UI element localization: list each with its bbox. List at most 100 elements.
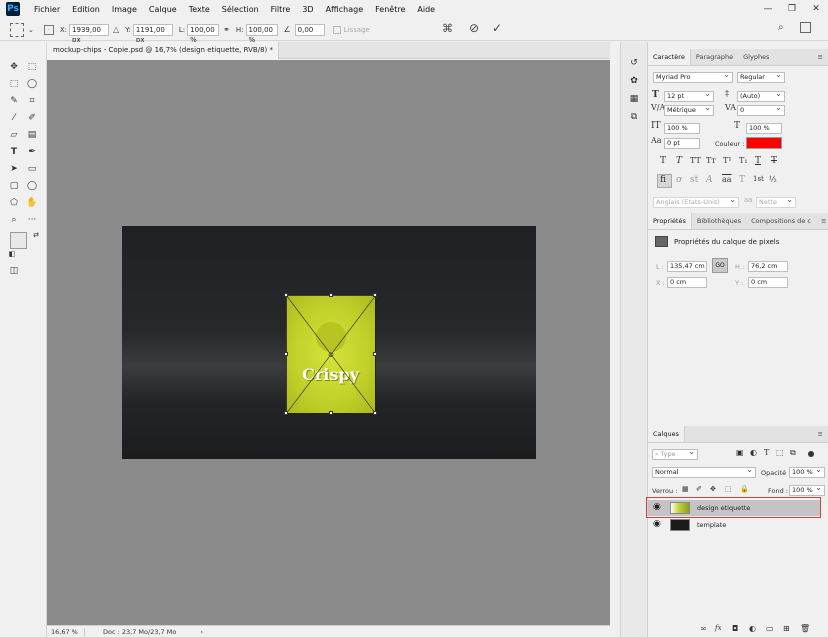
- all-caps-icon[interactable]: TT: [690, 156, 701, 165]
- prop-width-field[interactable]: 135,47 cm: [667, 261, 707, 272]
- quick-select-tool-icon[interactable]: ✎: [6, 94, 22, 108]
- adjustment-layer-icon[interactable]: ◐: [749, 624, 756, 633]
- menu-filtre[interactable]: Filtre: [265, 5, 297, 14]
- hand-tool-icon[interactable]: ✋: [24, 196, 40, 210]
- menu-fichier[interactable]: Fichier: [28, 5, 66, 14]
- pen-tool-icon[interactable]: ✒: [24, 145, 40, 159]
- search-icon[interactable]: ⌕: [778, 22, 784, 33]
- eraser-tool-icon[interactable]: ▱: [6, 128, 22, 142]
- layer-mask-icon[interactable]: ◘: [732, 624, 738, 633]
- link-layers-icon[interactable]: ∞: [700, 624, 707, 633]
- swap-colors-icon[interactable]: ⇄: [28, 228, 44, 242]
- document-tab[interactable]: mockup-chips - Copie.psd @ 16,7% (design…: [47, 42, 279, 71]
- crop-tool-icon[interactable]: ⌗: [24, 94, 40, 108]
- font-size-select[interactable]: 12 pt: [664, 89, 714, 102]
- smoothing-checkbox[interactable]: [332, 25, 341, 34]
- text-color-swatch[interactable]: [746, 137, 782, 149]
- tab-calques[interactable]: Calques: [648, 426, 685, 442]
- panel-menu-icon[interactable]: ≡: [813, 49, 828, 65]
- language-select[interactable]: Anglais (Etats-Unis): [653, 195, 739, 208]
- menu-aide[interactable]: Aide: [411, 5, 441, 14]
- reference-point-icon[interactable]: ·: [43, 24, 54, 35]
- lock-pixels-icon[interactable]: ✐: [696, 485, 702, 493]
- discretionary-ligatures-icon[interactable]: st: [690, 175, 698, 185]
- vertical-scale-field[interactable]: 100 %: [664, 123, 700, 134]
- small-caps-icon[interactable]: Tт: [706, 156, 716, 165]
- path-select-tool-icon[interactable]: ➤: [6, 162, 22, 176]
- prop-y-field[interactable]: 0 cm: [748, 277, 788, 288]
- zoom-tool-icon[interactable]: ⌕: [6, 213, 22, 227]
- group-icon[interactable]: ▭: [766, 624, 774, 633]
- properties-menu-icon[interactable]: ≡: [816, 213, 828, 229]
- transform-handle-t[interactable]: [329, 293, 333, 297]
- transform-handle-bl[interactable]: [284, 411, 288, 415]
- color-icon[interactable]: ✿: [626, 74, 642, 88]
- ordinals-icon[interactable]: 1st: [753, 175, 764, 183]
- lock-all-icon[interactable]: 🔒: [740, 485, 749, 493]
- underline-icon[interactable]: T: [755, 156, 761, 166]
- strikethrough-icon[interactable]: T: [771, 156, 777, 166]
- filter-type-icon[interactable]: T: [764, 448, 769, 457]
- menu-texte[interactable]: Texte: [183, 5, 216, 14]
- lasso-tool-icon[interactable]: ◯: [24, 77, 40, 91]
- commit-transform-icon[interactable]: ✓: [492, 21, 502, 35]
- filter-pixel-icon[interactable]: ▣: [736, 448, 744, 457]
- menu-fenetre[interactable]: Fenêtre: [369, 5, 411, 14]
- layers-menu-icon[interactable]: ≡: [813, 426, 828, 442]
- type-tool-icon[interactable]: T: [6, 145, 22, 159]
- move-tool-icon[interactable]: ✥: [6, 60, 22, 74]
- more-tools-icon[interactable]: ···: [24, 213, 40, 227]
- filter-adjust-icon[interactable]: ◐: [750, 448, 757, 457]
- leading-select[interactable]: (Auto): [737, 89, 785, 102]
- transform-handle-b[interactable]: [329, 411, 333, 415]
- old-style-icon[interactable]: ơ: [676, 175, 681, 185]
- subscript-icon[interactable]: T₁: [739, 156, 748, 165]
- stylistic-alternates-icon[interactable]: aa: [722, 175, 732, 184]
- transform-handle-l[interactable]: [284, 352, 288, 356]
- menu-edition[interactable]: Edition: [66, 5, 106, 14]
- tab-glyphes[interactable]: Glyphes: [738, 49, 774, 65]
- trash-icon[interactable]: 🗑: [800, 624, 810, 633]
- quick-mask-icon[interactable]: ◫: [6, 264, 22, 278]
- filter-shape-icon[interactable]: ⬚: [776, 448, 784, 457]
- y-position-field[interactable]: 1191,00 px: [132, 23, 173, 44]
- baseline-field[interactable]: 0 pt: [664, 138, 700, 149]
- menu-image[interactable]: Image: [106, 5, 143, 14]
- swatches-icon[interactable]: ▦: [626, 92, 642, 106]
- marquee-tool-icon[interactable]: ⬚: [6, 77, 22, 91]
- minimize-button[interactable]: —: [756, 0, 780, 18]
- new-layer-icon[interactable]: ⊞: [783, 624, 790, 633]
- history-icon[interactable]: ↺: [626, 56, 642, 70]
- ellipse-tool-icon[interactable]: ◯: [24, 179, 40, 193]
- font-family-select[interactable]: Myriad Pro: [653, 70, 733, 83]
- zoom-level[interactable]: 16,67 %: [51, 627, 85, 636]
- artboard-tool-icon[interactable]: ⬚: [24, 60, 40, 74]
- tab-compositions[interactable]: Compositions de c: [746, 213, 816, 229]
- warp-icon[interactable]: ⌘: [442, 22, 453, 35]
- menu-calque[interactable]: Calque: [143, 5, 183, 14]
- tab-proprietes[interactable]: Propriétés: [648, 213, 692, 229]
- height-percent-field[interactable]: 100,00 %: [245, 23, 278, 44]
- fill-field[interactable]: 100 %: [789, 483, 825, 496]
- titling-alternates-icon[interactable]: T: [739, 175, 745, 185]
- filter-smart-icon[interactable]: ⧉: [790, 448, 796, 458]
- gradient-tool-icon[interactable]: ▤: [24, 128, 40, 142]
- workspace-icon[interactable]: [800, 22, 811, 33]
- delta-icon[interactable]: △: [113, 25, 119, 34]
- x-position-field[interactable]: 1939,00 px: [69, 23, 110, 44]
- eyedropper-tool-icon[interactable]: ⁄: [6, 111, 22, 125]
- restore-button[interactable]: ❐: [780, 0, 804, 18]
- default-colors-icon[interactable]: ◧: [4, 247, 20, 261]
- transform-handle-tl[interactable]: [284, 293, 288, 297]
- paths-icon[interactable]: ⧉: [626, 110, 642, 124]
- width-percent-field[interactable]: 100,00 %: [187, 23, 220, 44]
- tab-bibliotheques[interactable]: Bibliothèques: [692, 213, 746, 229]
- layer-row-template[interactable]: ◉ template: [648, 517, 820, 533]
- transform-handle-tr[interactable]: [373, 293, 377, 297]
- rounded-rect-tool-icon[interactable]: ▢: [6, 179, 22, 193]
- brush-tool-icon[interactable]: ✐: [24, 111, 40, 125]
- layer-filter-select[interactable]: ⌕ Type: [652, 447, 698, 460]
- kerning-select[interactable]: Métrique: [664, 103, 714, 116]
- ligatures-icon[interactable]: fi: [660, 175, 666, 185]
- font-style-select[interactable]: Regular: [737, 70, 785, 83]
